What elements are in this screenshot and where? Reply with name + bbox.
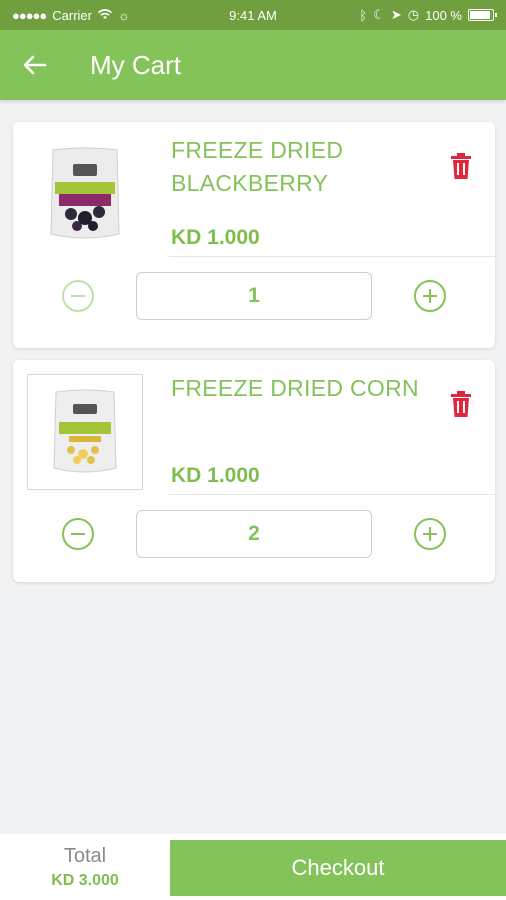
- delete-button[interactable]: [449, 152, 473, 180]
- increase-quantity-button[interactable]: [413, 517, 447, 551]
- plus-circle-icon: [414, 280, 446, 312]
- plus-circle-icon: [414, 518, 446, 550]
- wifi-icon: [98, 8, 112, 23]
- battery-label: 100 %: [425, 7, 462, 23]
- product-image[interactable]: [27, 136, 143, 252]
- divider: [169, 494, 495, 495]
- bluetooth-icon: ᛒ: [359, 7, 368, 23]
- signal-icon: ●●●●●: [12, 7, 47, 23]
- cart-total: Total KD 3.000: [0, 834, 170, 900]
- product-name[interactable]: FREEZE DRIED BLACKBERRY: [171, 134, 441, 200]
- checkout-button[interactable]: Checkout: [170, 840, 506, 896]
- delete-button[interactable]: [449, 390, 473, 418]
- status-right: ᛒ ☾ ➤ ◷ 100 %: [359, 7, 497, 23]
- increase-quantity-button[interactable]: [413, 279, 447, 313]
- blackberry-pouch-image: [50, 147, 120, 239]
- trash-icon: [451, 391, 471, 417]
- status-left: ●●●●● Carrier ☼: [12, 8, 130, 23]
- loading-icon: ☼: [118, 7, 130, 23]
- cart-item-card: FREEZE DRIED BLACKBERRY KD 1.000 1: [13, 122, 495, 348]
- status-bar: ●●●●● Carrier ☼ 9:41 AM ᛒ ☾ ➤ ◷ 100 %: [0, 0, 506, 30]
- alarm-icon: ◷: [407, 7, 420, 22]
- corn-pouch-image: [53, 389, 117, 473]
- app-bar: My Cart: [0, 30, 506, 100]
- product-name[interactable]: FREEZE DRIED CORN: [171, 372, 441, 405]
- quantity-field[interactable]: 2: [136, 510, 372, 558]
- quantity-field[interactable]: 1: [136, 272, 372, 320]
- cart-item-card: FREEZE DRIED CORN KD 1.000 2: [13, 360, 495, 582]
- minus-circle-icon: [62, 280, 94, 312]
- total-amount: KD 3.000: [51, 871, 119, 889]
- page-title: My Cart: [90, 49, 181, 80]
- back-button[interactable]: [0, 30, 70, 100]
- moon-icon: ☾: [373, 7, 385, 22]
- battery-icon: [468, 9, 497, 21]
- total-label: Total: [63, 844, 107, 867]
- minus-circle-icon: [62, 518, 94, 550]
- arrow-left-icon: [23, 55, 47, 75]
- divider: [169, 256, 495, 257]
- location-icon: ➤: [390, 7, 402, 22]
- trash-icon: [451, 153, 471, 179]
- bottom-bar: Total KD 3.000 Checkout: [0, 834, 506, 900]
- decrease-quantity-button[interactable]: [61, 279, 95, 313]
- product-price: KD 1.000: [171, 464, 260, 487]
- carrier-label: Carrier: [52, 7, 92, 23]
- product-image[interactable]: [27, 374, 143, 490]
- decrease-quantity-button[interactable]: [61, 517, 95, 551]
- product-price: KD 1.000: [171, 226, 260, 249]
